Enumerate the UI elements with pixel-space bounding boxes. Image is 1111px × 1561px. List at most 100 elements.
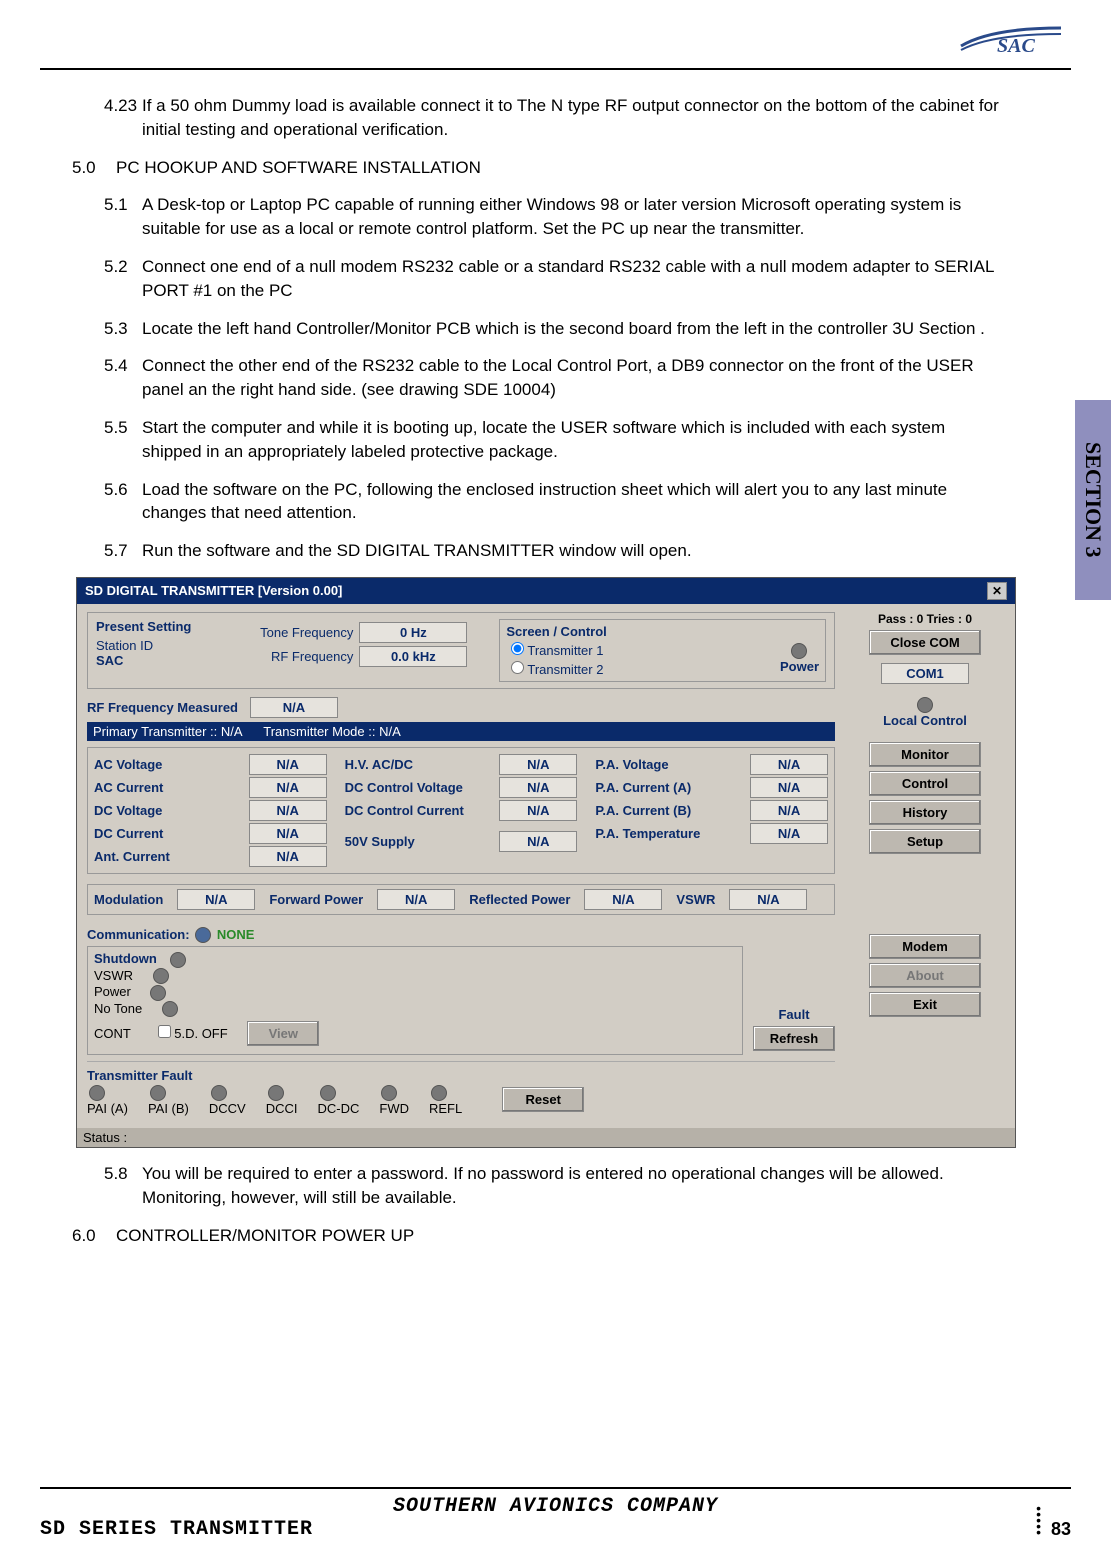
com-select[interactable]: COM1 <box>881 663 969 684</box>
fwd-power-value: N/A <box>377 889 455 910</box>
tx1-radio[interactable]: Transmitter 1 <box>506 639 603 658</box>
vswr-label: VSWR <box>676 892 715 907</box>
shutdown-panel: Shutdown VSWR Power No Tone CONT 5.D. OF… <box>87 946 743 1055</box>
dc-voltage-value: N/A <box>249 800 327 821</box>
control-button[interactable]: Control <box>869 771 981 796</box>
para-num: 5.0 <box>72 156 116 180</box>
refresh-button[interactable]: Refresh <box>753 1026 835 1051</box>
rf-measured-label: RF Frequency Measured <box>87 700 238 715</box>
rf-freq-value: 0.0 kHz <box>359 646 467 667</box>
ac-voltage-label: AC Voltage <box>94 757 162 772</box>
tf-label: DCCI <box>266 1101 298 1116</box>
primary-tx-bar: Primary Transmitter :: N/A Transmitter M… <box>87 722 835 741</box>
pa-current-a-value: N/A <box>750 777 828 798</box>
para-num: 5.2 <box>104 255 142 303</box>
supply-50v-value: N/A <box>499 831 577 852</box>
modem-button[interactable]: Modem <box>869 934 981 959</box>
ant-current-label: Ant. Current <box>94 849 170 864</box>
window-title: SD DIGITAL TRANSMITTER [Version 0.00] <box>85 583 342 598</box>
footer-company: SOUTHERN AVIONICS COMPANY <box>40 1495 1071 1518</box>
section-tab-text: SECTION 3 <box>1080 442 1106 558</box>
tf-led <box>431 1085 447 1101</box>
tx2-label: Transmitter 2 <box>527 662 603 677</box>
dc-ctrl-v-value: N/A <box>499 777 577 798</box>
para-text: Connect one end of a null modem RS232 ca… <box>142 255 1001 303</box>
ac-voltage-value: N/A <box>249 754 327 775</box>
page-footer: SOUTHERN AVIONICS COMPANY SD SERIES TRAN… <box>0 1487 1111 1541</box>
para-num: 5.1 <box>104 193 142 241</box>
hv-label: H.V. AC/DC <box>345 757 413 772</box>
tf-label: DC-DC <box>318 1101 360 1116</box>
tx2-radio[interactable]: Transmitter 2 <box>506 658 603 677</box>
sd-cont-label: CONT <box>94 1026 131 1041</box>
present-setting-panel: Present Setting Station ID SAC Tone Freq… <box>87 612 835 689</box>
station-id-value: SAC <box>96 653 191 668</box>
tx-mode-text: Transmitter Mode :: N/A <box>263 724 401 739</box>
svg-text:SAC: SAC <box>997 35 1035 54</box>
dc-voltage-label: DC Voltage <box>94 803 162 818</box>
exit-button[interactable]: Exit <box>869 992 981 1017</box>
software-window: SD DIGITAL TRANSMITTER [Version 0.00] ✕ … <box>76 577 1016 1148</box>
tx1-label: Transmitter 1 <box>527 643 603 658</box>
tx1-radio-input[interactable] <box>511 642 524 655</box>
footer-dots: ••••• <box>1036 1505 1041 1535</box>
setup-button[interactable]: Setup <box>869 829 981 854</box>
sd-off-label: 5.D. OFF <box>174 1026 227 1041</box>
dc-current-label: DC Current <box>94 826 163 841</box>
tx2-radio-input[interactable] <box>511 661 524 674</box>
para-text: PC HOOKUP AND SOFTWARE INSTALLATION <box>116 156 1001 180</box>
para-text: Start the computer and while it is booti… <box>142 416 1001 464</box>
view-button[interactable]: View <box>247 1021 319 1046</box>
sd-power-label: Power <box>94 984 131 999</box>
para-num: 5.4 <box>104 354 142 402</box>
right-sidebar: Pass : 0 Tries : 0 Close COM COM1 Local … <box>845 612 1005 1116</box>
para-num: 6.0 <box>72 1224 116 1248</box>
sd-vswr-led <box>170 952 186 968</box>
tf-led <box>268 1085 284 1101</box>
pa-current-b-label: P.A. Current (B) <box>595 803 691 818</box>
primary-tx-text: Primary Transmitter :: N/A <box>93 724 242 739</box>
para-num: 4.23 <box>104 94 142 142</box>
local-led <box>917 697 933 713</box>
para-num: 5.3 <box>104 317 142 341</box>
para-text: If a 50 ohm Dummy load is available conn… <box>142 94 1001 142</box>
comm-led <box>195 927 211 943</box>
about-button[interactable]: About <box>869 963 981 988</box>
readings-panel: AC VoltageN/A AC CurrentN/A DC VoltageN/… <box>87 747 835 874</box>
tf-led <box>89 1085 105 1101</box>
dc-ctrl-c-value: N/A <box>499 800 577 821</box>
tf-led <box>320 1085 336 1101</box>
sac-logo: SAC <box>951 20 1071 60</box>
close-icon[interactable]: ✕ <box>987 582 1007 600</box>
local-control-label: Local Control <box>845 713 1005 728</box>
comm-value: NONE <box>217 927 255 942</box>
para-text: Locate the left hand Controller/Monitor … <box>142 317 1001 341</box>
rf-measured-value: N/A <box>250 697 338 718</box>
sd-off-checkbox[interactable] <box>158 1025 171 1038</box>
reset-button[interactable]: Reset <box>502 1087 584 1112</box>
section-tab: SECTION 3 <box>1075 400 1111 600</box>
rf-freq-label: RF Frequency <box>243 649 359 664</box>
tf-label: REFL <box>429 1101 462 1116</box>
pa-temp-value: N/A <box>750 823 828 844</box>
comm-row: Communication: NONE <box>87 927 835 943</box>
monitor-button[interactable]: Monitor <box>869 742 981 767</box>
tf-led <box>211 1085 227 1101</box>
para-text: Connect the other end of the RS232 cable… <box>142 354 1001 402</box>
tone-freq-label: Tone Frequency <box>243 625 359 640</box>
refl-power-value: N/A <box>584 889 662 910</box>
para-text: Run the software and the SD DIGITAL TRAN… <box>142 539 1001 563</box>
window-titlebar[interactable]: SD DIGITAL TRANSMITTER [Version 0.00] ✕ <box>77 578 1015 604</box>
close-com-button[interactable]: Close COM <box>869 630 981 655</box>
power-led <box>791 643 807 659</box>
comm-label: Communication: <box>87 927 190 942</box>
power-row: ModulationN/A Forward PowerN/A Reflected… <box>87 884 835 915</box>
supply-50v-label: 50V Supply <box>345 834 415 849</box>
shutdown-label: Shutdown <box>94 951 157 966</box>
tf-led <box>150 1085 166 1101</box>
power-label: Power <box>780 659 819 674</box>
pa-voltage-label: P.A. Voltage <box>595 757 668 772</box>
modulation-value: N/A <box>177 889 255 910</box>
tf-led <box>381 1085 397 1101</box>
history-button[interactable]: History <box>869 800 981 825</box>
